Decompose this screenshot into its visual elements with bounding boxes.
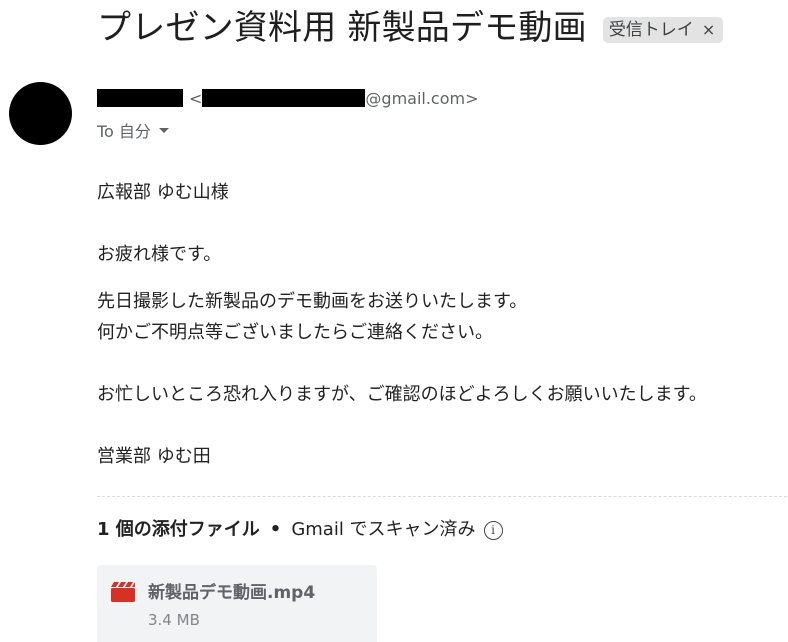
scan-status: Gmail でスキャン済み: [291, 519, 476, 540]
email-view: プレゼン資料用 新製品デモ動画 受信トレイ × < @gmail.com> To…: [0, 0, 788, 642]
info-icon[interactable]: i: [483, 520, 503, 540]
recipient-label: To 自分: [97, 122, 151, 141]
sender-email-domain: @gmail.com>: [365, 88, 479, 108]
separator-dot: •: [269, 519, 282, 540]
email-subject: プレゼン資料用 新製品デモ動画: [97, 8, 587, 48]
video-file-icon: [111, 582, 135, 602]
attachment-file-size: 3.4 MB: [148, 611, 200, 629]
attachments-header: 1 個の添付ファイル • Gmail でスキャン済み i: [97, 516, 503, 544]
attachment-card[interactable]: 新製品デモ動画.mp4 3.4 MB: [97, 565, 377, 642]
inbox-label-text: 受信トレイ: [608, 20, 694, 40]
body-signature: 営業部 ゆむ田: [97, 446, 211, 467]
subject-row: プレゼン資料用 新製品デモ動画 受信トレイ ×: [97, 6, 724, 50]
sender-row: < @gmail.com>: [97, 87, 479, 109]
email-open-bracket: <: [189, 88, 203, 108]
redacted-sender-name: [97, 89, 183, 107]
remove-label-icon[interactable]: ×: [702, 18, 715, 42]
recipient-row[interactable]: To 自分: [97, 118, 169, 142]
attachment-count: 1 個の添付ファイル: [97, 519, 260, 540]
body-line-4: お忙しいところ恐れ入りますが、ご確認のほどよろしくお願いいたします。: [97, 384, 707, 405]
attachments-divider: [97, 496, 787, 497]
attachment-file-name: 新製品デモ動画.mp4: [148, 583, 316, 603]
body-line-2: 先日撮影した新製品のデモ動画をお送りいたします。: [97, 291, 528, 312]
inbox-label-chip[interactable]: 受信トレイ ×: [602, 17, 724, 43]
chevron-down-icon[interactable]: [158, 127, 169, 133]
body-line-1: お疲れ様です。: [97, 244, 222, 265]
body-line-3: 何かご不明点等ございましたらご連絡ください。: [97, 322, 493, 343]
redacted-sender-email: [202, 89, 366, 107]
sender-avatar[interactable]: [9, 82, 72, 145]
body-greeting: 広報部 ゆむ山様: [97, 182, 229, 203]
